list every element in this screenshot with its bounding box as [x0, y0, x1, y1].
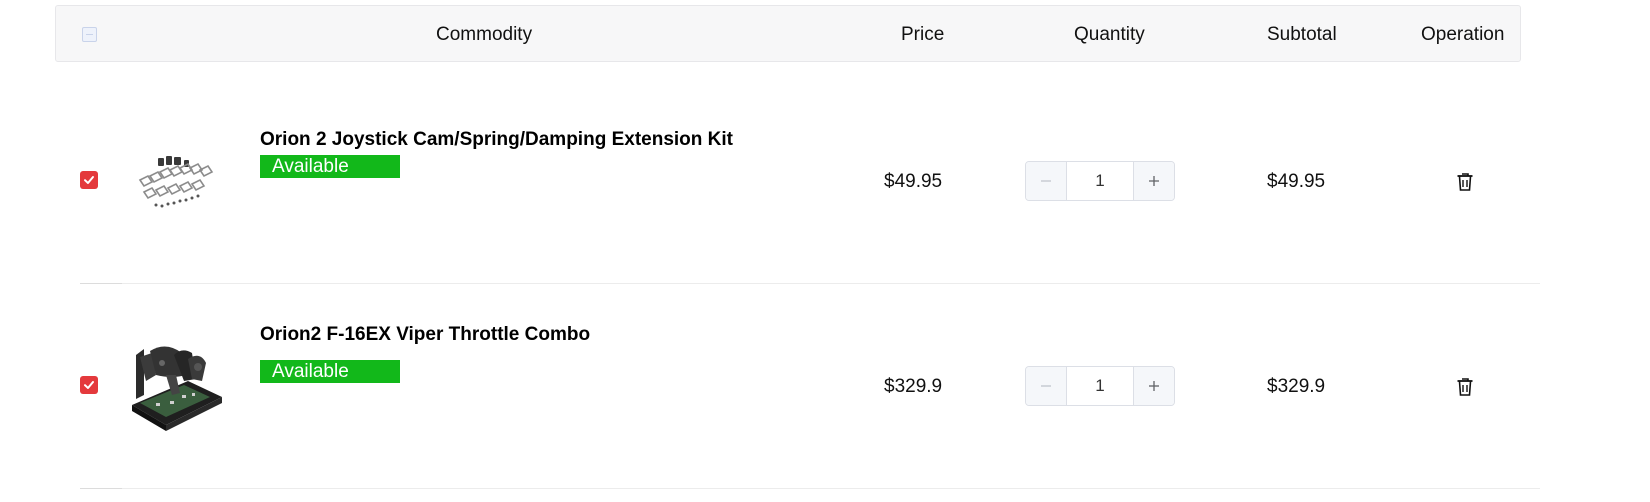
- product-price: $329.9: [884, 376, 943, 397]
- quantity-input[interactable]: 1: [1067, 367, 1133, 405]
- item-checkbox[interactable]: [80, 376, 98, 394]
- row-divider: [80, 488, 1540, 489]
- increase-quantity-button[interactable]: [1133, 367, 1174, 405]
- quantity-stepper[interactable]: 1: [1025, 366, 1175, 406]
- product-title[interactable]: Orion2 F-16EX Viper Throttle Combo: [260, 324, 590, 346]
- decrease-quantity-button[interactable]: [1026, 367, 1067, 405]
- delete-button[interactable]: [1456, 377, 1474, 397]
- cart-page: Commodity Price Quantity Subtotal Operat…: [0, 0, 1650, 502]
- throttle-combo-image: [132, 346, 222, 431]
- minus-icon: [1041, 385, 1051, 387]
- trash-icon: [1457, 378, 1473, 396]
- availability-badge: Available Item: [260, 360, 400, 405]
- checkmark-icon: [84, 381, 94, 389]
- cart-row: Orion2 F-16EX Viper Throttle Combo Avail…: [0, 0, 1650, 431]
- row-divider: [80, 283, 1540, 284]
- plus-icon: [1149, 381, 1159, 391]
- product-subtotal: $329.9: [1267, 376, 1326, 397]
- product-image[interactable]: [126, 335, 226, 435]
